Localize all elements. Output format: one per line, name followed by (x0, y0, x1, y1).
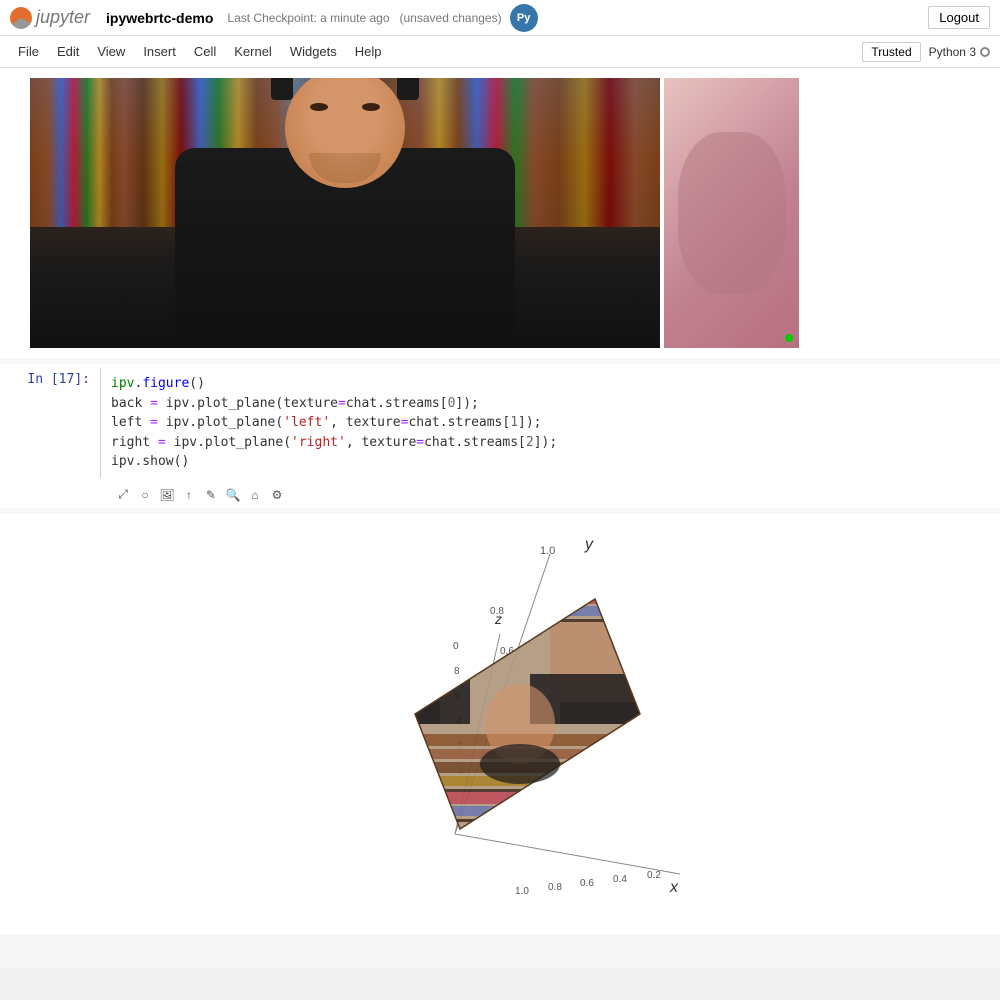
logout-button[interactable]: Logout (928, 6, 990, 29)
right-eye (362, 103, 380, 111)
jupyter-logo: jupyter (10, 7, 90, 29)
toolbar-search-icon[interactable]: 🔍 (224, 486, 242, 504)
plot-svg: y 1.0 x z 1.0 0.8 0.6 0.4 0.2 0. (300, 524, 700, 924)
svg-text:0: 0 (453, 641, 459, 652)
code-line-5: ipv.show() (111, 452, 990, 472)
toolbar-spacer (10, 486, 110, 504)
menu-insert[interactable]: Insert (135, 41, 184, 62)
toolbar-resize-icon[interactable]: ⤢ (114, 486, 132, 504)
cell-label: In [17]: (0, 368, 100, 387)
menu-view[interactable]: View (89, 41, 133, 62)
cell-toolbar: ⤢ ○ 🖼 ↑ ✎ 🔍 ⌂ ⚙ (0, 482, 1000, 508)
cell-code[interactable]: ipv.figure() back = ipv.plot_plane(textu… (100, 368, 1000, 478)
toolbar-image-icon[interactable]: 🖼 (158, 486, 176, 504)
svg-text:8: 8 (454, 666, 460, 677)
y-axis-label: y (584, 536, 594, 553)
menu-widgets[interactable]: Widgets (282, 41, 345, 62)
jupyter-icon (10, 7, 32, 29)
main-video (30, 78, 660, 348)
svg-text:0.4: 0.4 (613, 874, 627, 885)
code-line-4: right = ipv.plot_plane('right', texture=… (111, 433, 990, 453)
menu-edit[interactable]: Edit (49, 41, 87, 62)
menu-bar: File Edit View Insert Cell Kernel Widget… (0, 36, 1000, 68)
svg-text:1.0: 1.0 (540, 545, 555, 557)
top-bar: jupyter ipywebrtc-demo Last Checkpoint: … (0, 0, 1000, 36)
side-video-shape (678, 132, 786, 294)
plot-section: y 1.0 x z 1.0 0.8 0.6 0.4 0.2 0. (0, 514, 1000, 934)
code-cell: In [17]: ipv.figure() back = ipv.plot_pl… (0, 364, 1000, 508)
toolbar-edit-icon[interactable]: ✎ (202, 486, 220, 504)
python-icon: Py (510, 4, 538, 32)
code-line-2: back = ipv.plot_plane(texture=chat.strea… (111, 394, 990, 414)
headphone-right (397, 78, 419, 100)
video-status-indicator (785, 334, 793, 342)
beard (309, 153, 381, 183)
main-video-content (30, 78, 660, 348)
x-axis-label-svg: x (669, 879, 679, 896)
notebook-container: In [17]: ipv.figure() back = ipv.plot_pl… (0, 68, 1000, 968)
menu-file[interactable]: File (10, 41, 47, 62)
toolbar-home-icon[interactable]: ⌂ (246, 486, 264, 504)
code-line-1: ipv.figure() (111, 374, 990, 394)
menu-kernel[interactable]: Kernel (226, 41, 280, 62)
headphone-left (271, 78, 293, 100)
svg-text:1.0: 1.0 (515, 886, 529, 897)
jupyter-wordmark: jupyter (36, 7, 90, 28)
kernel-info: Python 3 (929, 45, 990, 59)
toolbar-settings-icon[interactable]: ⚙ (268, 486, 286, 504)
left-eye (310, 103, 328, 111)
toolbar-up-icon[interactable]: ↑ (180, 486, 198, 504)
svg-text:0.2: 0.2 (647, 870, 661, 881)
menu-help[interactable]: Help (347, 41, 390, 62)
code-line-3: left = ipv.plot_plane('left', texture=ch… (111, 413, 990, 433)
side-video (664, 78, 799, 348)
checkpoint-info: Last Checkpoint: a minute ago (unsaved c… (227, 11, 501, 25)
trusted-badge[interactable]: Trusted (862, 42, 920, 62)
svg-text:0.8: 0.8 (548, 882, 562, 893)
plot-container: y 1.0 x z 1.0 0.8 0.6 0.4 0.2 0. (300, 524, 700, 904)
kernel-status-dot (980, 47, 990, 57)
side-video-content (664, 78, 799, 348)
svg-text:0.6: 0.6 (580, 878, 594, 889)
menu-cell[interactable]: Cell (186, 41, 224, 62)
cell-row: In [17]: ipv.figure() back = ipv.plot_pl… (0, 364, 1000, 482)
video-section (0, 68, 1000, 358)
notebook-title: ipywebrtc-demo (106, 10, 213, 26)
svg-text:0.8: 0.8 (490, 606, 504, 617)
toolbar-circle-icon[interactable]: ○ (136, 486, 154, 504)
